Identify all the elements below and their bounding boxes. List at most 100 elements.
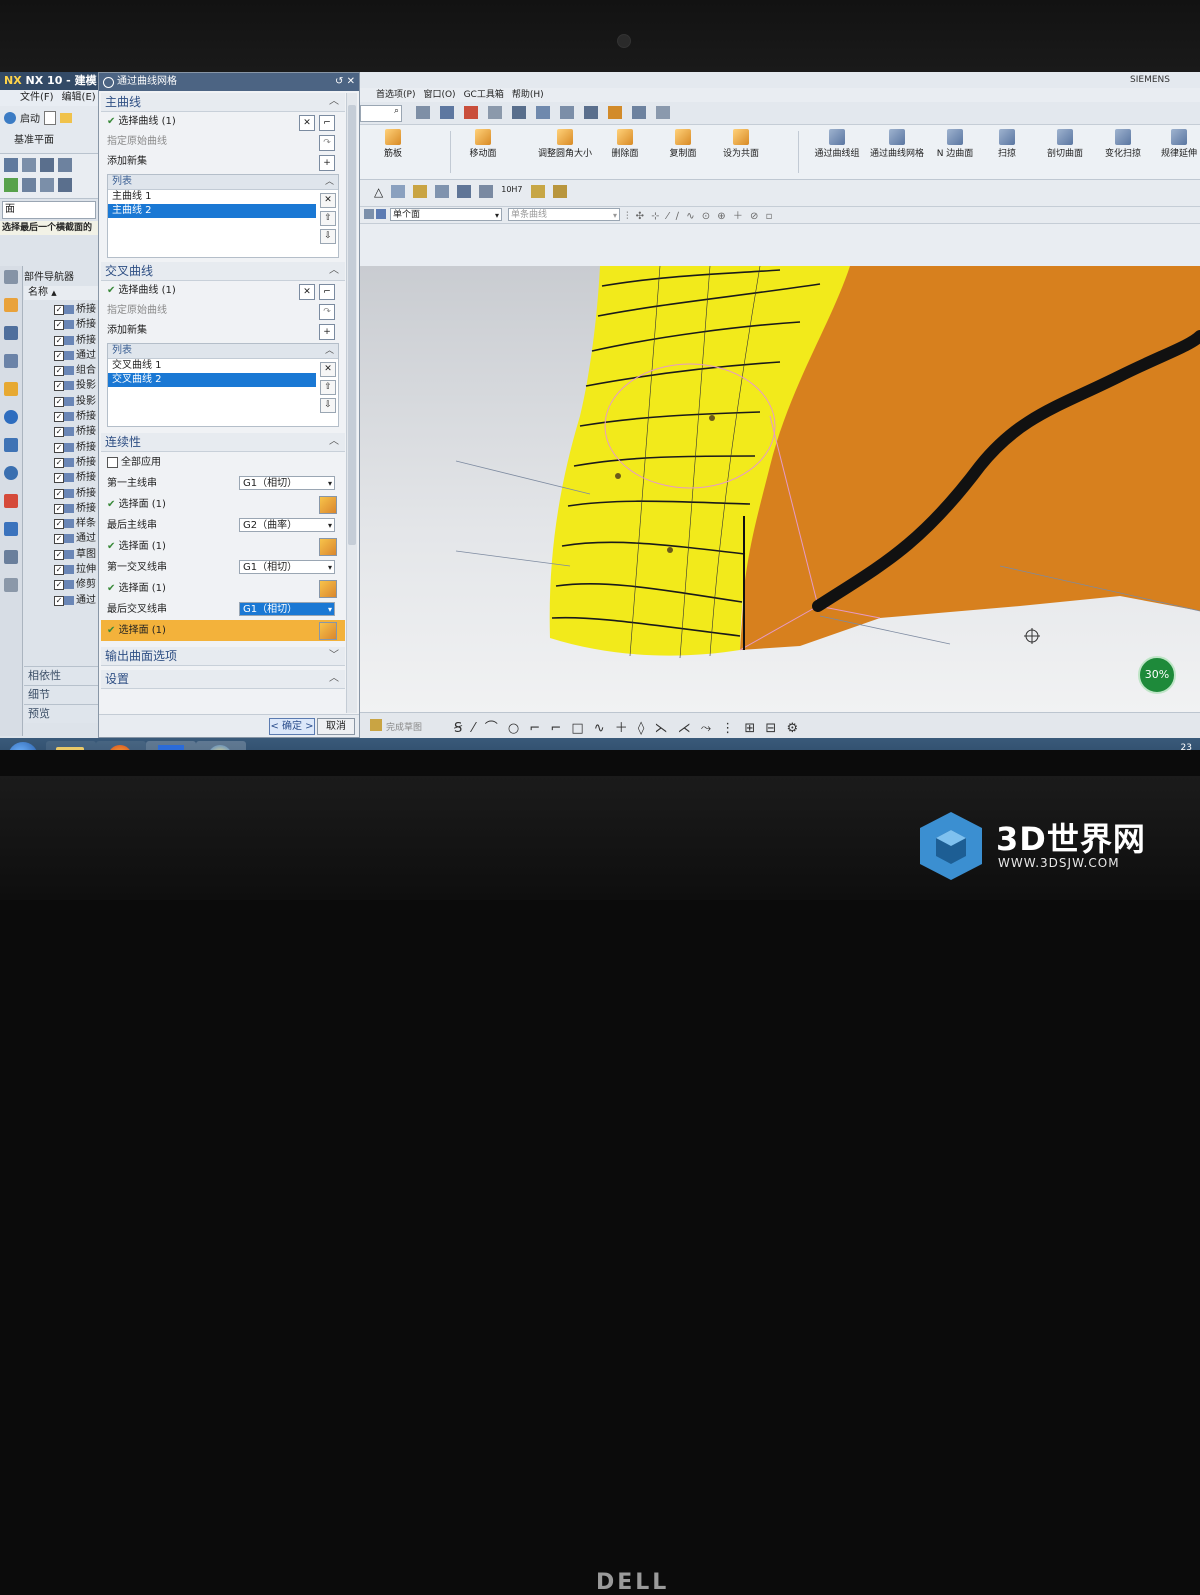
checkbox-icon[interactable]: ✓ (54, 473, 64, 484)
image-icon[interactable] (435, 185, 450, 198)
curve-rule-icon[interactable]: ✕ (299, 284, 315, 300)
origin-curve-icon[interactable]: ↷ (319, 304, 335, 320)
navigator-item[interactable]: ✓ 桥接 (24, 470, 98, 485)
ribbon-button[interactable]: N 边曲面 (926, 127, 984, 160)
last-primary-select[interactable]: G2（曲率） ▾ (239, 518, 335, 532)
snap-point-icons[interactable]: ⫶ ✣ ⊹ ⁄ ∕ ∿ ⊙ ⊕ ＋ ⊘ ▫ (626, 207, 774, 222)
ribbon-button[interactable]: 复制面 (654, 127, 712, 160)
menu-help[interactable]: 帮助(H) (512, 88, 544, 102)
preview-panel[interactable]: 预览 (24, 704, 98, 723)
cross-add-new-row[interactable]: 添加新集 + (101, 321, 345, 341)
command-finder-input[interactable]: ⌕ (360, 105, 402, 122)
ribbon-button[interactable]: 扫掠 (978, 127, 1036, 160)
assembly-navigator-icon[interactable] (4, 298, 18, 312)
finish-sketch-button[interactable]: 完成草图 (386, 720, 422, 733)
face-select-icon[interactable] (319, 538, 337, 556)
primary-select-curve-row[interactable]: ✔ 选择曲线 (1) ✕ ⌐ (101, 112, 345, 132)
process-studio-icon[interactable] (4, 494, 18, 508)
fit-icon[interactable] (584, 106, 598, 119)
navigator-item[interactable]: ✓ 桥接 (24, 317, 98, 332)
navigator-item[interactable]: ✓ 草图 (24, 547, 98, 562)
first-cross-select[interactable]: G1（相切） ▾ (239, 560, 335, 574)
cube-filter-icon[interactable] (376, 209, 386, 219)
last-cross-select[interactable]: G1（相切） ▾ (239, 602, 335, 616)
menu-preferences[interactable]: 首选项(P) (376, 88, 415, 102)
sketch-section-icon[interactable]: ⌐ (319, 115, 335, 131)
last-primary-face-row[interactable]: ✔ 选择面 (1) (101, 536, 345, 557)
checkbox-icon[interactable]: ✓ (54, 335, 64, 346)
navigator-item[interactable]: ✓ 桥接 (24, 302, 98, 317)
tray-time[interactable]: 23 (1181, 742, 1192, 750)
primary-curves-header[interactable]: 主曲线 ︿ (101, 93, 345, 112)
gear-icon[interactable] (103, 77, 114, 88)
checkbox-icon[interactable]: ✓ (54, 442, 64, 453)
navigator-item[interactable]: ✓ 桥接 (24, 486, 98, 501)
checkbox-icon[interactable]: ✓ (54, 366, 64, 377)
close-icon[interactable]: ✕ (347, 76, 355, 87)
datum-plane-button[interactable]: 基准平面 (4, 131, 94, 146)
reset-icon[interactable]: ↺ (335, 76, 343, 87)
navigator-item[interactable]: ✓ 桥接 (24, 424, 98, 439)
navigator-column-name[interactable]: 名称 ▲ (24, 286, 98, 300)
dependencies-panel[interactable]: 相依性 (24, 666, 98, 685)
ribbon-button[interactable]: 删除面 (596, 127, 654, 160)
details-panel[interactable]: 细节 (24, 685, 98, 704)
list-item-selected[interactable]: 主曲线 2 (108, 204, 316, 218)
checkbox-icon[interactable]: ✓ (54, 565, 64, 576)
web-browser-icon[interactable] (4, 410, 18, 424)
layer-icon[interactable] (488, 106, 502, 119)
windows-start-icon[interactable] (8, 742, 38, 750)
navigator-item[interactable]: ✓ 通过 (24, 593, 98, 608)
list-item[interactable]: 交叉曲线 1 (108, 359, 316, 373)
move-up-icon[interactable]: ⇧ (320, 380, 336, 395)
navigator-item[interactable]: ✓ 投影 (24, 378, 98, 393)
dialog-scrollbar[interactable] (346, 93, 357, 713)
type-filter-select[interactable]: 面 (2, 201, 96, 219)
move-up-icon[interactable]: ⇧ (320, 211, 336, 226)
remove-icon[interactable]: ✕ (320, 362, 336, 377)
sphere-icon[interactable] (58, 158, 72, 172)
palette-icon[interactable] (4, 578, 18, 592)
checkbox-icon[interactable]: ✓ (54, 396, 64, 407)
part-navigator-icon[interactable] (4, 354, 18, 368)
checkbox-icon[interactable]: ✓ (54, 580, 64, 591)
cross-curves-header[interactable]: 交叉曲线 ︿ (101, 262, 345, 281)
ribbon-button[interactable]: 调整圆角大小 (530, 127, 600, 160)
checkbox-icon[interactable]: ✓ (54, 503, 64, 514)
sketch-section-icon[interactable]: ⌐ (319, 284, 335, 300)
navigator-item[interactable]: ✓ 桥接 (24, 333, 98, 348)
distance-icon[interactable] (656, 106, 670, 119)
stack-icon[interactable] (530, 185, 545, 198)
first-primary-face-row[interactable]: ✔ 选择面 (1) (101, 494, 345, 515)
triangle-icon[interactable]: △ (374, 185, 383, 199)
menu-edit[interactable]: 编辑(E) (62, 90, 96, 106)
revolve-icon[interactable] (22, 178, 36, 192)
firefox-icon[interactable] (96, 741, 146, 750)
history-icon[interactable] (4, 438, 18, 452)
navigator-item[interactable]: ✓ 桥接 (24, 501, 98, 516)
menu-window[interactable]: 窗口(O) (423, 88, 455, 102)
sketch-curve-icons[interactable]: Ꞩ ⁄ ⌒ ○ ⌐ ⌐ □ ∿ ＋ ◊ ⋋ ⋌ ⤳ ⋮ ⊞ ⊟ ⚙ (454, 717, 801, 736)
section-icon[interactable] (536, 106, 550, 119)
menu-icon[interactable] (364, 209, 374, 219)
navigator-item[interactable]: ✓ 拉伸 (24, 562, 98, 577)
cone-icon[interactable] (40, 158, 54, 172)
navigator-item[interactable]: ✓ 桥接 (24, 409, 98, 424)
ribbon-button[interactable]: 通过曲线网格 (868, 127, 926, 160)
tolerance-icon[interactable]: 10H7 (501, 185, 522, 199)
start-icon[interactable] (4, 111, 16, 124)
output-options-header[interactable]: 输出曲面选项 ﹀ (101, 647, 345, 666)
apply-all-row[interactable]: 全部应用 (101, 452, 345, 473)
checkbox-icon[interactable]: ✓ (54, 427, 64, 438)
checkbox-icon[interactable]: ✓ (54, 488, 64, 499)
add-set-icon[interactable]: + (319, 324, 335, 340)
zoom-indicator[interactable]: 30% (1138, 656, 1176, 694)
weld-icon[interactable] (479, 185, 494, 198)
clock-icon[interactable] (4, 466, 18, 480)
cross-select-curve-row[interactable]: ✔ 选择曲线 (1) ✕ ⌐ (101, 281, 345, 301)
color-icon[interactable] (464, 106, 478, 119)
scrollbar-thumb[interactable] (348, 105, 356, 545)
checkbox-icon[interactable]: ✓ (54, 519, 64, 530)
constraint-navigator-icon[interactable] (4, 326, 18, 340)
analysis-icon[interactable] (632, 106, 646, 119)
